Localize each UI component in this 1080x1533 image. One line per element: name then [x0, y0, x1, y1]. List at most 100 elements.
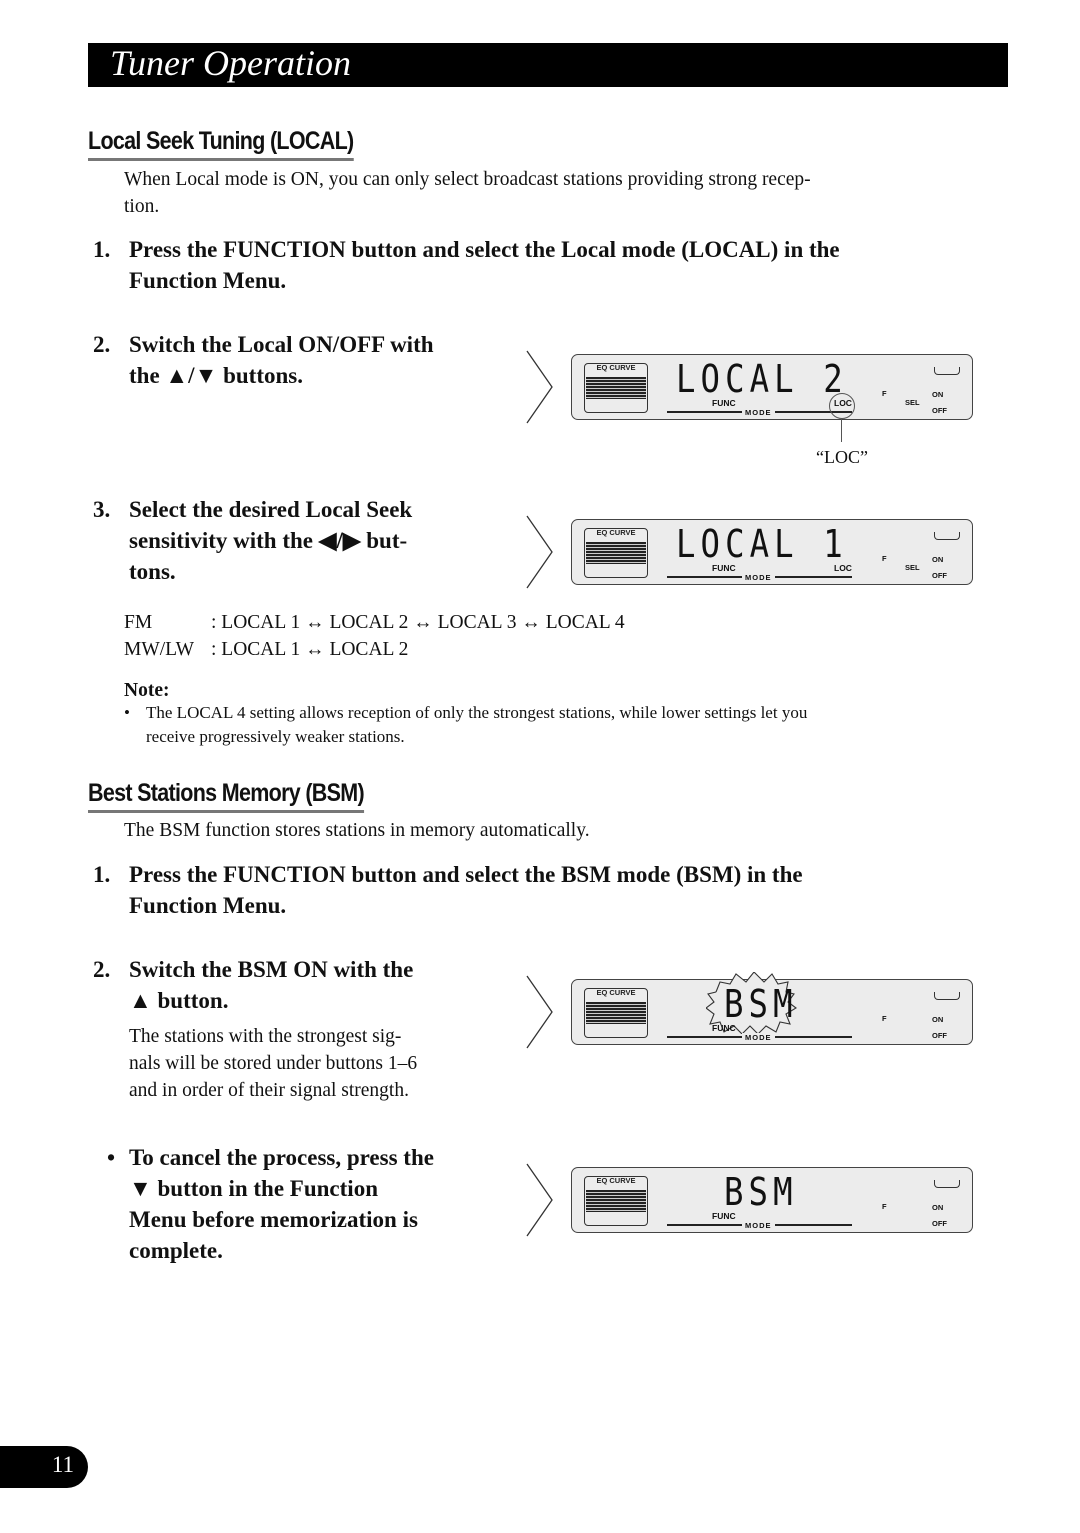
step-text: Menu before memorization is	[129, 1207, 418, 1232]
fm-local-sequence: : LOCAL 1 ↔ LOCAL 2 ↔ LOCAL 3 ↔ LOCAL 4	[211, 612, 625, 633]
lcd-display-bsm-blinking: EQ CURVE BSM FUNC MODE F ON OFF	[571, 972, 973, 1045]
on-off-indicator: F ON OFF	[880, 1202, 962, 1228]
sel-label: SEL	[905, 398, 920, 407]
step-text: Switch the BSM ON with the	[129, 957, 414, 982]
off-label: OFF	[932, 571, 947, 580]
local-intro-line1: When Local mode is ON, you can only sele…	[124, 169, 811, 190]
step-text: complete.	[129, 1238, 223, 1263]
lcd-main-text: LOCAL 2	[676, 357, 848, 401]
on-label: ON	[932, 555, 944, 564]
step-text: tons.	[129, 559, 176, 584]
mode-label: MODE	[742, 573, 775, 582]
note-line2: receive progressively weaker stations.	[146, 727, 405, 746]
step-text: ▼ button in the Function	[129, 1176, 378, 1201]
on-label: ON	[932, 390, 944, 399]
mode-label: MODE	[742, 408, 775, 417]
bsm-cancel-instruction: • To cancel the process, press the ▼ but…	[93, 1142, 513, 1272]
eq-label: EQ CURVE	[596, 363, 636, 372]
off-label: OFF	[932, 406, 947, 415]
local-step-1: 1. Press the FUNCTION button and select …	[93, 234, 993, 298]
sel-control-indicator: F SEL ON OFF	[880, 554, 962, 580]
mwlw-label: MW/LW	[124, 639, 195, 660]
eq-label: EQ CURVE	[596, 528, 636, 537]
lcd-display-bsm: EQ CURVE BSM FUNC MODE F ON OFF	[571, 1167, 973, 1233]
local-intro-line2: tion.	[124, 196, 160, 217]
fm-label: FM	[124, 612, 153, 633]
callout-line	[841, 418, 843, 442]
eq-label: EQ CURVE	[596, 1176, 636, 1185]
func-label: FUNC	[712, 563, 736, 573]
on-off-indicator: F ON OFF	[880, 1014, 962, 1040]
sel-control-indicator: F SEL ON OFF	[880, 389, 962, 415]
f-label: F	[882, 389, 887, 398]
step-number: 1.	[93, 237, 111, 262]
disc-slot-icon	[934, 532, 960, 540]
func-label: FUNC	[712, 1023, 736, 1033]
pointer-arrow-icon	[526, 515, 553, 589]
section-title-bar: Tuner Operation	[88, 43, 1008, 87]
mwlw-local-sequence: : LOCAL 1 ↔ LOCAL 2	[211, 639, 409, 660]
eq-label: EQ CURVE	[596, 988, 636, 997]
sel-label: SEL	[905, 563, 920, 572]
page-number-tab: 11	[0, 1446, 88, 1488]
bsm-intro: The BSM function stores stations in memo…	[124, 820, 590, 841]
eq-bars	[586, 1190, 646, 1212]
func-label: FUNC	[712, 398, 736, 408]
note-label: Note:	[124, 680, 170, 701]
step-text: Press the FUNCTION button and select the…	[129, 862, 803, 887]
pointer-arrow-icon	[526, 1163, 553, 1237]
off-label: OFF	[932, 1031, 947, 1040]
on-label: ON	[932, 1015, 944, 1024]
note-bullet: •	[124, 703, 130, 722]
step-text: the ▲/▼ buttons.	[129, 363, 303, 388]
lcd-display-local-1: EQ CURVE LOCAL 1 FUNC MODE LOC F SEL ON …	[571, 519, 973, 585]
off-label: OFF	[932, 1219, 947, 1228]
eq-bars	[586, 377, 646, 399]
eq-bars	[586, 1002, 646, 1024]
bsm-desc-line1: The stations with the strongest sig-	[129, 1026, 402, 1047]
lcd-display-local-2: EQ CURVE LOCAL 2 FUNC MODE LOC F SEL ON …	[571, 354, 973, 420]
page-title: Tuner Operation	[110, 43, 352, 83]
step-number: 3.	[93, 497, 111, 522]
mode-label: MODE	[742, 1221, 775, 1230]
func-label: FUNC	[712, 1211, 736, 1221]
mode-label: MODE	[742, 1033, 775, 1042]
bsm-section-heading: Best Stations Memory (BSM)	[88, 779, 365, 813]
step-text: To cancel the process, press the	[129, 1145, 434, 1170]
local-step-3: 3. Select the desired Local Seek sensiti…	[93, 494, 513, 590]
step-number: 2.	[93, 332, 111, 357]
step-text: Function Menu.	[129, 893, 287, 918]
loc-indicator: LOC	[834, 563, 852, 573]
eq-curve-indicator: EQ CURVE	[584, 363, 648, 413]
step-text: sensitivity with the ◀/▶ but-	[129, 528, 408, 553]
step-text: Switch the Local ON/OFF with	[129, 332, 434, 357]
eq-curve-indicator: EQ CURVE	[584, 528, 648, 578]
disc-slot-icon	[934, 992, 960, 1000]
local-section-heading: Local Seek Tuning (LOCAL)	[88, 127, 354, 161]
bsm-desc-line2: nals will be stored under buttons 1–6	[129, 1053, 418, 1074]
bsm-desc-line3: and in order of their signal strength.	[129, 1080, 409, 1101]
step-number: 2.	[93, 957, 111, 982]
f-label: F	[882, 554, 887, 563]
step-text: Press the FUNCTION button and select the…	[129, 237, 840, 262]
eq-bars	[586, 542, 646, 564]
lcd-main-text: LOCAL 1	[676, 522, 848, 566]
disc-slot-icon	[934, 367, 960, 375]
disc-slot-icon	[934, 1180, 960, 1188]
eq-curve-indicator: EQ CURVE	[584, 988, 648, 1038]
step-text: Function Menu.	[129, 268, 287, 293]
f-label: F	[882, 1202, 887, 1211]
pointer-arrow-icon	[526, 350, 553, 424]
lcd-main-text: BSM	[724, 1170, 798, 1214]
f-label: F	[882, 1014, 887, 1023]
bsm-step-2: 2. Switch the BSM ON with the ▲ button.	[93, 954, 513, 1018]
bullet: •	[107, 1145, 116, 1170]
loc-callout-label: “LOC”	[816, 447, 868, 467]
eq-curve-indicator: EQ CURVE	[584, 1176, 648, 1226]
step-text: ▲ button.	[129, 988, 229, 1013]
pointer-arrow-icon	[526, 975, 553, 1049]
local-step-2: 2. Switch the Local ON/OFF with the ▲/▼ …	[93, 329, 513, 393]
note-line1: The LOCAL 4 setting allows reception of …	[146, 703, 808, 722]
bsm-step-1: 1. Press the FUNCTION button and select …	[93, 859, 993, 923]
loc-highlight-circle	[829, 393, 855, 419]
